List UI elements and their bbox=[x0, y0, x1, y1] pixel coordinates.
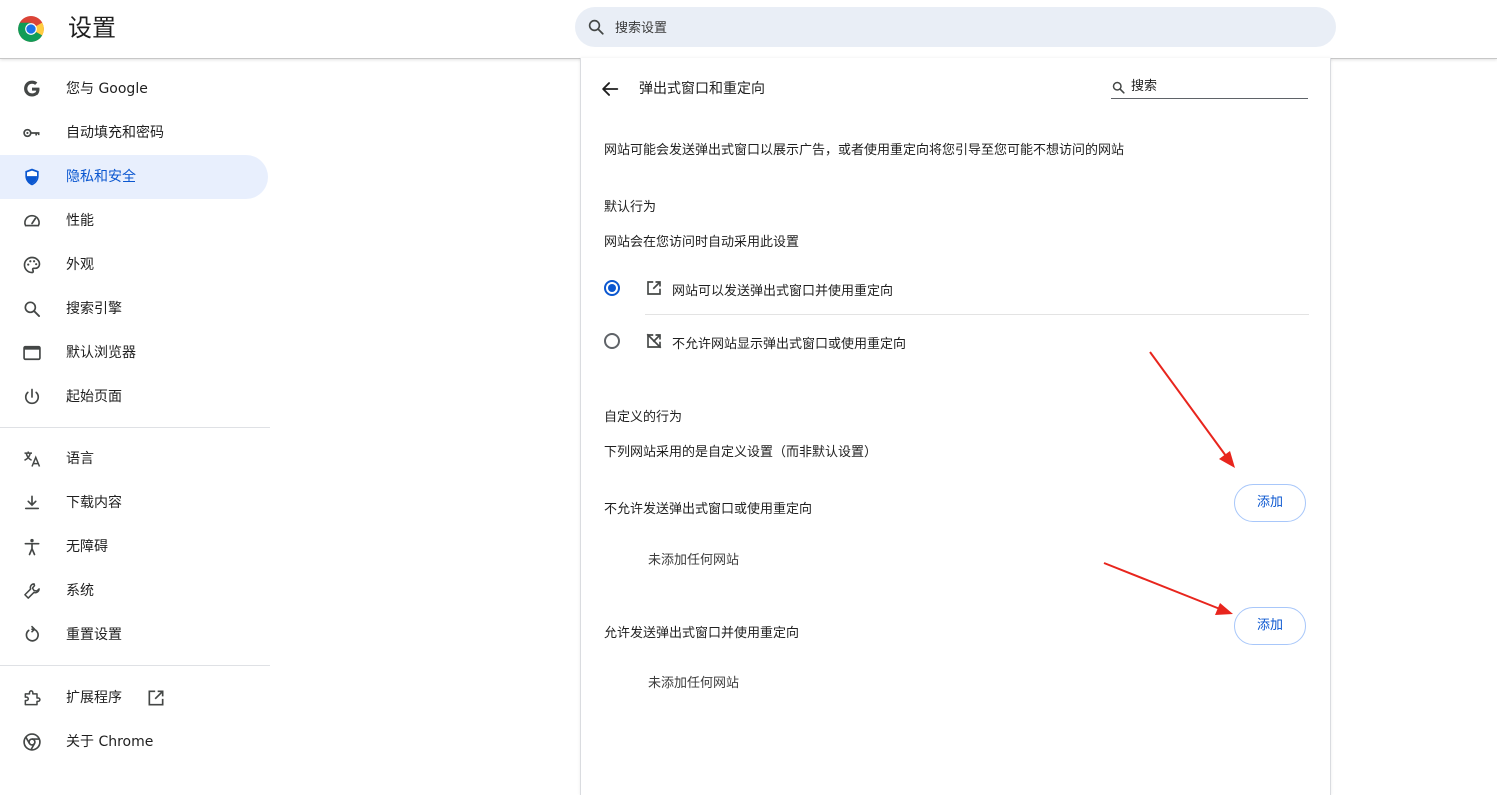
sidebar-item-search-engine[interactable]: 搜索引擎 bbox=[0, 287, 268, 331]
allowed-sites-empty-text: 未添加任何网站 bbox=[648, 676, 740, 691]
option-allow-popups-label[interactable]: 网站可以发送弹出式窗口并使用重定向 bbox=[672, 280, 893, 299]
power-icon bbox=[24, 388, 40, 405]
sidebar-item-label: 隐私和安全 bbox=[66, 169, 136, 185]
sidebar-item-appearance[interactable]: 外观 bbox=[0, 243, 268, 287]
blocked-sites-label: 不允许发送弹出式窗口或使用重定向 bbox=[604, 502, 813, 517]
default-behavior-subheading: 网站会在您访问时自动采用此设置 bbox=[604, 235, 800, 250]
default-behavior-heading: 默认行为 bbox=[604, 200, 657, 215]
sidebar-item-extensions[interactable]: 扩展程序 bbox=[0, 676, 268, 720]
palette-icon bbox=[23, 256, 41, 274]
page-description: 网站可能会发送弹出式窗口以展示广告，或者使用重定向将您引导至您可能不想访问的网站 bbox=[604, 143, 1125, 158]
popup-blocked-icon bbox=[646, 333, 662, 349]
sidebar-item-label: 系统 bbox=[66, 583, 94, 599]
settings-search-input[interactable] bbox=[613, 7, 1317, 49]
sidebar-item-label: 无障碍 bbox=[66, 539, 108, 555]
sidebar-item-about-chrome[interactable]: 关于 Chrome bbox=[0, 720, 268, 764]
shield-icon bbox=[25, 168, 39, 186]
google-g-icon bbox=[24, 80, 40, 97]
sidebar-item-performance[interactable]: 性能 bbox=[0, 199, 268, 243]
sidebar-item-languages[interactable]: 语言 bbox=[0, 437, 268, 481]
radio-block-popups[interactable] bbox=[604, 333, 620, 349]
search-icon bbox=[24, 301, 40, 317]
option-block-popups-label[interactable]: 不允许网站显示弹出式窗口或使用重定向 bbox=[672, 333, 906, 352]
sidebar-item-label: 起始页面 bbox=[66, 389, 122, 405]
download-icon bbox=[24, 495, 40, 510]
sidebar-item-downloads[interactable]: 下载内容 bbox=[0, 481, 268, 525]
add-blocked-site-button[interactable]: 添加 bbox=[1234, 484, 1306, 522]
sidebar-item-system[interactable]: 系统 bbox=[0, 569, 268, 613]
sidebar-item-label: 扩展程序 bbox=[66, 690, 122, 706]
chrome-logo-icon bbox=[18, 16, 44, 42]
sidebar-item-label: 默认浏览器 bbox=[66, 345, 136, 361]
sidebar-item-accessibility[interactable]: 无障碍 bbox=[0, 525, 268, 569]
search-icon bbox=[588, 19, 604, 35]
sidebar-item-label: 搜索引擎 bbox=[66, 301, 122, 317]
speedometer-icon bbox=[24, 214, 40, 227]
open-in-new-icon bbox=[148, 690, 164, 706]
popups-settings-card: 弹出式窗口和重定向 网站可能会发送弹出式窗口以展示广告，或者使用重定向将您引导至… bbox=[580, 58, 1331, 795]
top-bar: 设置 bbox=[0, 0, 1497, 59]
sidebar-item-startup[interactable]: 起始页面 bbox=[0, 375, 268, 419]
site-search-input[interactable] bbox=[1131, 76, 1306, 96]
sidebar-item-autofill[interactable]: 自动填充和密码 bbox=[0, 111, 268, 155]
sidebar-item-label: 关于 Chrome bbox=[66, 734, 154, 750]
sidebar-item-reset[interactable]: 重置设置 bbox=[0, 613, 268, 657]
blocked-sites-empty-text: 未添加任何网站 bbox=[648, 553, 740, 568]
sidebar-item-you-and-google[interactable]: 您与 Google bbox=[0, 67, 268, 111]
radio-allow-popups[interactable] bbox=[604, 280, 620, 296]
sidebar-item-default-browser[interactable]: 默认浏览器 bbox=[0, 331, 268, 375]
page-title: 设置 bbox=[68, 14, 116, 42]
sidebar-item-label: 您与 Google bbox=[66, 81, 148, 97]
custom-behavior-subheading: 下列网站采用的是自定义设置（而非默认设置） bbox=[604, 445, 878, 460]
reset-icon bbox=[25, 625, 39, 642]
open-in-new-icon bbox=[647, 281, 661, 295]
sidebar-item-label: 外观 bbox=[66, 257, 94, 273]
search-icon bbox=[1112, 81, 1125, 94]
sidebar-item-label: 自动填充和密码 bbox=[66, 125, 164, 141]
settings-search-box[interactable] bbox=[575, 7, 1336, 49]
browser-window-icon bbox=[23, 345, 41, 361]
custom-behavior-heading: 自定义的行为 bbox=[604, 410, 683, 425]
site-search-field[interactable] bbox=[1111, 76, 1308, 99]
sidebar-item-label: 下载内容 bbox=[66, 495, 122, 511]
add-allowed-site-button[interactable]: 添加 bbox=[1234, 607, 1306, 645]
sidebar-item-label: 语言 bbox=[66, 451, 94, 467]
sidebar-item-label: 性能 bbox=[66, 213, 94, 229]
back-arrow-icon[interactable] bbox=[599, 78, 621, 100]
key-icon bbox=[23, 128, 40, 138]
allowed-sites-label: 允许发送弹出式窗口并使用重定向 bbox=[604, 626, 800, 641]
sidebar-divider bbox=[0, 427, 270, 428]
option-divider bbox=[645, 314, 1309, 315]
translate-icon bbox=[24, 451, 41, 467]
sidebar-divider bbox=[0, 665, 270, 666]
sidebar: 您与 Google 自动填充和密码 隐私和安全 性能 外观 搜索引擎 默认浏览器… bbox=[0, 58, 272, 795]
accessibility-icon bbox=[24, 538, 40, 556]
puzzle-icon bbox=[24, 690, 41, 706]
section-title: 弹出式窗口和重定向 bbox=[639, 81, 765, 97]
sidebar-item-label: 重置设置 bbox=[66, 627, 122, 643]
wrench-icon bbox=[24, 583, 40, 599]
chrome-outline-icon bbox=[23, 733, 41, 751]
sidebar-item-privacy-security[interactable]: 隐私和安全 bbox=[0, 155, 268, 199]
